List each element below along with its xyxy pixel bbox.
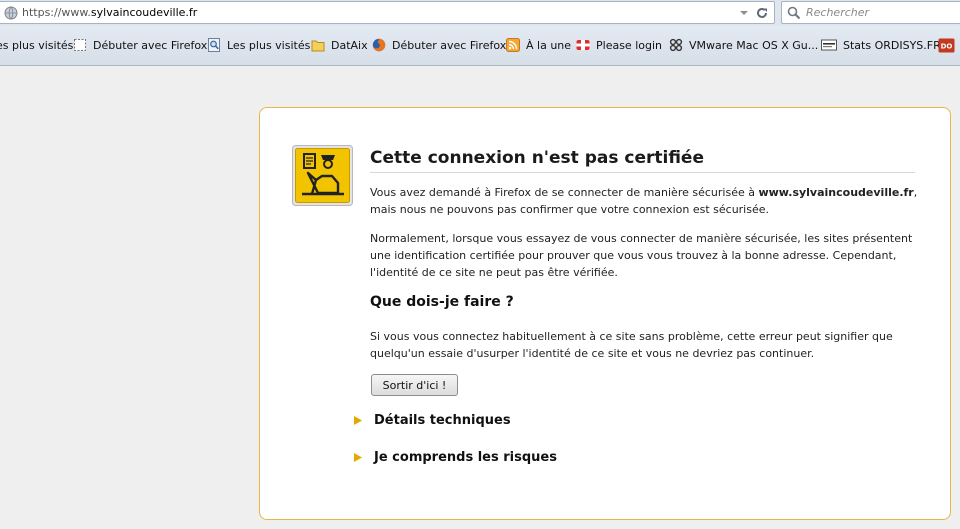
bookmark-label: À la une [526, 38, 572, 52]
page-title: Cette connexion n'est pas certifiée [370, 148, 915, 173]
folder-icon [311, 40, 325, 52]
bookmark-a-la-une[interactable]: À la une [506, 37, 571, 53]
chevron-down-icon[interactable] [738, 8, 750, 18]
svg-text:DO: DO [941, 42, 953, 50]
site-host: www.sylvaincoudeville.fr [758, 186, 914, 199]
firefox-icon [372, 38, 386, 52]
bookmark-stats-ordisys[interactable]: Stats ORDISYS.FR [821, 37, 941, 53]
bookmark-label: es plus visités [0, 38, 74, 52]
ordisys-icon [821, 39, 837, 51]
bookmark-label: Les plus visités [227, 38, 311, 52]
url-host: sylvaincoudeville.fr [90, 6, 198, 19]
triangle-right-icon [354, 453, 362, 462]
bookmark-most-visited[interactable]: Les plus visités [207, 37, 310, 53]
technical-details-expander[interactable]: Détails techniques [354, 413, 511, 428]
fortinet-icon [576, 40, 590, 50]
what-to-do-heading: Que dois-je faire ? [370, 294, 514, 310]
get-me-out-button[interactable]: Sortir d'ici ! [371, 374, 458, 396]
bookmark-label: VMware Mac OS X Gu... [689, 38, 819, 52]
bookmark-please-login[interactable]: Please login [576, 37, 662, 53]
reload-icon[interactable] [755, 6, 769, 20]
url-bar[interactable]: https://www.sylvaincoudeville.fr [0, 1, 775, 24]
bookmark-firefox-start[interactable]: Débuter avec Firefox [372, 37, 506, 53]
url-text: https://www.sylvaincoudeville.fr [22, 6, 197, 19]
explanation-paragraph: Normalement, lorsque vous essayez de vou… [370, 232, 913, 279]
bookmark-label: Débuter avec Firefox [392, 38, 507, 52]
understand-risks-expander[interactable]: Je comprends les risques [354, 450, 557, 465]
do-icon: DO [938, 38, 955, 52]
intro-paragraph: Vous avez demandé à Firefox de se connec… [370, 184, 918, 218]
vmware-icon [669, 38, 683, 52]
bookmark-do[interactable]: DO [938, 37, 960, 53]
bookmark-getting-started[interactable]: Débuter avec Firefox [73, 37, 207, 53]
url-protocol: https://www. [22, 6, 91, 19]
dashed-page-icon [74, 39, 86, 51]
bookmark-vmware-mac[interactable]: VMware Mac OS X Gu... [669, 37, 818, 53]
bookmark-label: Please login [596, 38, 662, 52]
intro-text-before: Vous avez demandé à Firefox de se connec… [370, 186, 759, 199]
bookmark-label: Débuter avec Firefox [93, 38, 208, 52]
certificate-officer-icon [292, 145, 353, 206]
triangle-right-icon [354, 416, 362, 425]
advice-paragraph: Si vous vous connectez habituellement à … [370, 330, 893, 360]
search-bar[interactable]: Rechercher [781, 1, 960, 24]
search-icon [787, 6, 801, 20]
understand-risks-label: Je comprends les risques [374, 450, 557, 465]
bookmark-label: DatAix [331, 38, 368, 52]
bookmark-most-visited-overflow[interactable]: es plus visités [0, 37, 73, 53]
bookmark-folder-dataix[interactable]: DatAix [311, 37, 368, 53]
technical-details-label: Détails techniques [374, 413, 511, 428]
magnifier-page-icon [208, 38, 220, 52]
bookmark-label: Stats ORDISYS.FR [843, 38, 941, 52]
rss-icon [506, 38, 520, 52]
cert-error-card: Cette connexion n'est pas certifiée Vous… [259, 107, 951, 520]
navigation-toolbar: https://www.sylvaincoudeville.fr Recherc… [0, 0, 960, 26]
globe-icon [4, 6, 18, 20]
bookmarks-toolbar: es plus visités Débuter avec Firefox Les… [0, 26, 960, 66]
search-placeholder: Rechercher [806, 6, 870, 19]
